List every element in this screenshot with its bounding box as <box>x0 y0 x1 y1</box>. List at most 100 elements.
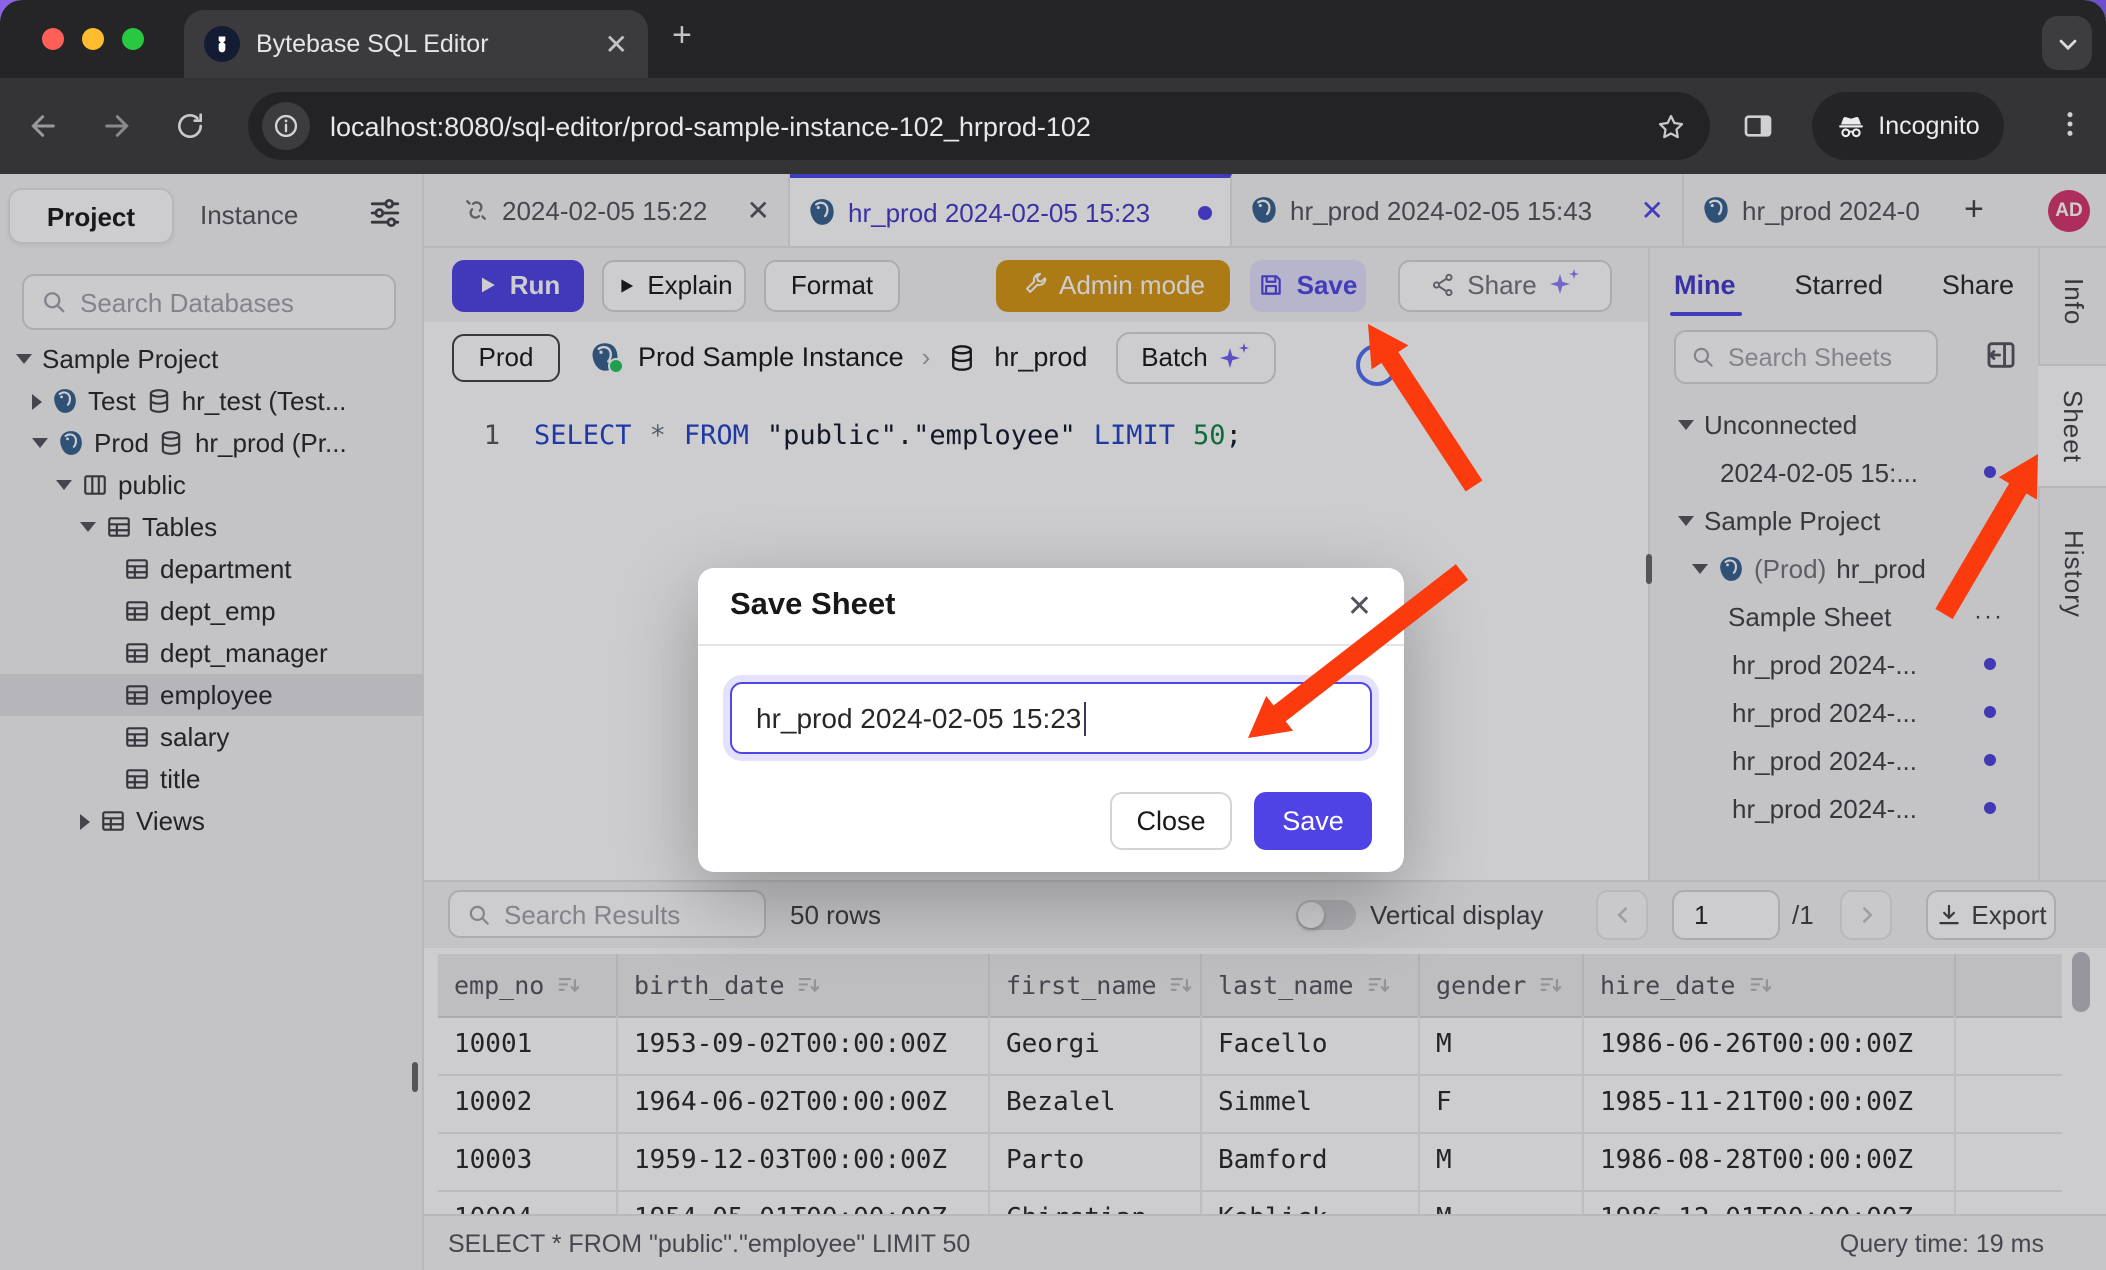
cell[interactable]: M <box>1420 1132 1584 1190</box>
tab-starred[interactable]: Starred <box>1794 270 1883 300</box>
sheet-search-input[interactable]: Search Sheets <box>1674 330 1938 384</box>
collapse-panel-icon[interactable] <box>1984 338 2018 372</box>
tree-item-prod-db[interactable]: Prodhr_prod (Pr... <box>0 422 424 464</box>
caret-down-icon[interactable] <box>80 522 96 532</box>
database-name[interactable]: hr_prod <box>994 342 1087 372</box>
cell[interactable]: 1964-06-02T00:00:00Z <box>618 1074 990 1132</box>
cell[interactable]: Bamford <box>1202 1132 1420 1190</box>
window-minimize-button[interactable] <box>82 28 104 50</box>
run-button[interactable]: Run <box>452 259 584 311</box>
avatar[interactable]: AD <box>2048 189 2090 231</box>
explain-button[interactable]: Explain <box>602 259 746 311</box>
admin-mode-button[interactable]: Admin mode <box>996 259 1230 311</box>
sort-icon[interactable] <box>1538 972 1564 998</box>
sheet-item-4[interactable]: hr_prod 2024-... <box>1650 784 2040 832</box>
sort-icon[interactable] <box>1747 972 1773 998</box>
sidebar-resize-handle[interactable] <box>412 1062 418 1092</box>
forward-icon[interactable] <box>100 110 132 142</box>
sort-icon[interactable] <box>556 972 582 998</box>
browser-tab-close-icon[interactable]: ✕ <box>605 27 628 61</box>
sheet-item-unconnected[interactable]: 2024-02-05 15:... <box>1650 448 2040 496</box>
caret-right-icon[interactable] <box>80 813 90 829</box>
batch-button[interactable]: Batch <box>1115 331 1275 383</box>
sheet-name-input[interactable]: hr_prod 2024-02-05 15:23 <box>730 682 1372 754</box>
editor-tab-2-active[interactable]: hr_prod 2024-02-05 15:23 <box>790 174 1232 246</box>
caret-down-icon[interactable] <box>32 438 48 448</box>
cell[interactable]: 1986-06-26T00:00:00Z <box>1584 1016 1956 1074</box>
tree-item-table-dept-manager[interactable]: dept_manager <box>0 632 424 674</box>
sheet-item-3[interactable]: hr_prod 2024-... <box>1650 736 2040 784</box>
cell[interactable]: 1954-05-01T00:00:00Z <box>618 1190 990 1216</box>
tab-mine[interactable]: Mine <box>1674 270 1736 300</box>
bookmark-star-icon[interactable] <box>1656 111 1686 141</box>
save-button[interactable]: Save <box>1250 259 1366 311</box>
cell[interactable]: M <box>1420 1016 1584 1074</box>
filter-tune-icon[interactable] <box>368 196 402 230</box>
cell[interactable]: 10001 <box>438 1016 618 1074</box>
cell[interactable]: Facello <box>1202 1016 1420 1074</box>
cell[interactable]: F <box>1420 1074 1584 1132</box>
cell[interactable]: 1959-12-03T00:00:00Z <box>618 1132 990 1190</box>
tree-item-views-group[interactable]: Views <box>0 800 424 842</box>
caret-right-icon[interactable] <box>32 393 42 409</box>
tab-instance[interactable]: Instance <box>200 200 298 230</box>
table-scrollbar-thumb[interactable] <box>2072 952 2090 1012</box>
sheet-item-1[interactable]: hr_prod 2024-... <box>1650 640 2040 688</box>
page-number-input[interactable]: 1 <box>1672 890 1780 940</box>
environment-chip[interactable]: Prod <box>452 333 560 381</box>
table-row-clipped[interactable]: 100041954-05-01T00:00:00ZChirstianKoblic… <box>438 1190 2062 1216</box>
close-tab-icon[interactable]: ✕ <box>747 193 770 227</box>
more-actions-icon[interactable]: ··· <box>1974 602 2004 630</box>
tree-item-sample-project[interactable]: Sample Project <box>0 338 424 380</box>
site-info-icon[interactable] <box>262 102 310 150</box>
browser-menu-icon[interactable] <box>2054 108 2086 140</box>
export-button[interactable]: Export <box>1926 890 2056 940</box>
tab-project[interactable]: Project <box>8 188 174 244</box>
cell[interactable]: Koblick <box>1202 1190 1420 1216</box>
sort-icon[interactable] <box>797 972 823 998</box>
column-header[interactable]: last_name <box>1202 954 1420 1016</box>
caret-down-icon[interactable] <box>1678 515 1694 525</box>
tab-search-button[interactable] <box>2042 16 2092 70</box>
cell[interactable]: 10003 <box>438 1132 618 1190</box>
reload-icon[interactable] <box>174 110 206 142</box>
cell[interactable]: Georgi <box>990 1016 1202 1074</box>
rail-tab-sheet-active[interactable]: Sheet <box>2038 364 2106 488</box>
close-tab-icon[interactable]: ✕ <box>1641 193 1664 227</box>
tree-item-table-department[interactable]: department <box>0 548 424 590</box>
cell[interactable]: M <box>1420 1190 1584 1216</box>
sheet-group-unconnected[interactable]: Unconnected <box>1650 400 2040 448</box>
cell[interactable]: 10004 <box>438 1190 618 1216</box>
cell[interactable]: 10002 <box>438 1074 618 1132</box>
share-button[interactable]: Share <box>1398 259 1612 311</box>
sql-code-line[interactable]: 1 SELECT * FROM "public"."employee" LIMI… <box>424 420 1648 452</box>
editor-tab-4[interactable]: hr_prod 2024-0 <box>1684 174 1960 246</box>
next-page-button[interactable] <box>1840 890 1892 940</box>
tree-item-table-employee-selected[interactable]: employee <box>0 674 424 716</box>
table-row[interactable]: 100031959-12-03T00:00:00ZPartoBamfordM19… <box>438 1132 2062 1192</box>
prev-page-button[interactable] <box>1596 890 1648 940</box>
sort-icon[interactable] <box>1365 972 1391 998</box>
cell[interactable]: Bezalel <box>990 1074 1202 1132</box>
tree-item-schema-public[interactable]: public <box>0 464 424 506</box>
tree-item-table-title[interactable]: title <box>0 758 424 800</box>
column-header[interactable]: emp_no <box>438 954 618 1016</box>
cell[interactable]: 1986-12-01T00:00:00Z <box>1584 1190 1956 1216</box>
cell[interactable]: Chirstian <box>990 1190 1202 1216</box>
editor-tab-3[interactable]: hr_prod 2024-02-05 15:43 ✕ <box>1232 174 1684 246</box>
vertical-display-toggle[interactable] <box>1296 900 1356 930</box>
tree-item-table-dept-emp[interactable]: dept_emp <box>0 590 424 632</box>
column-header[interactable]: gender <box>1420 954 1584 1016</box>
window-zoom-button[interactable] <box>122 28 144 50</box>
caret-down-icon[interactable] <box>16 354 32 364</box>
caret-down-icon[interactable] <box>1692 563 1708 573</box>
side-panel-icon[interactable] <box>1742 110 1774 142</box>
table-row[interactable]: 100011953-09-02T00:00:00ZGeorgiFacelloM1… <box>438 1016 2062 1076</box>
cell[interactable]: Simmel <box>1202 1074 1420 1132</box>
sheet-group-project[interactable]: Sample Project <box>1650 496 2040 544</box>
caret-down-icon[interactable] <box>56 480 72 490</box>
cell[interactable]: 1986-08-28T00:00:00Z <box>1584 1132 1956 1190</box>
rail-tab-info[interactable]: Info <box>2040 262 2106 342</box>
tree-item-tables-group[interactable]: Tables <box>0 506 424 548</box>
editor-tab-1[interactable]: 2024-02-05 15:22 ✕ <box>444 174 790 246</box>
